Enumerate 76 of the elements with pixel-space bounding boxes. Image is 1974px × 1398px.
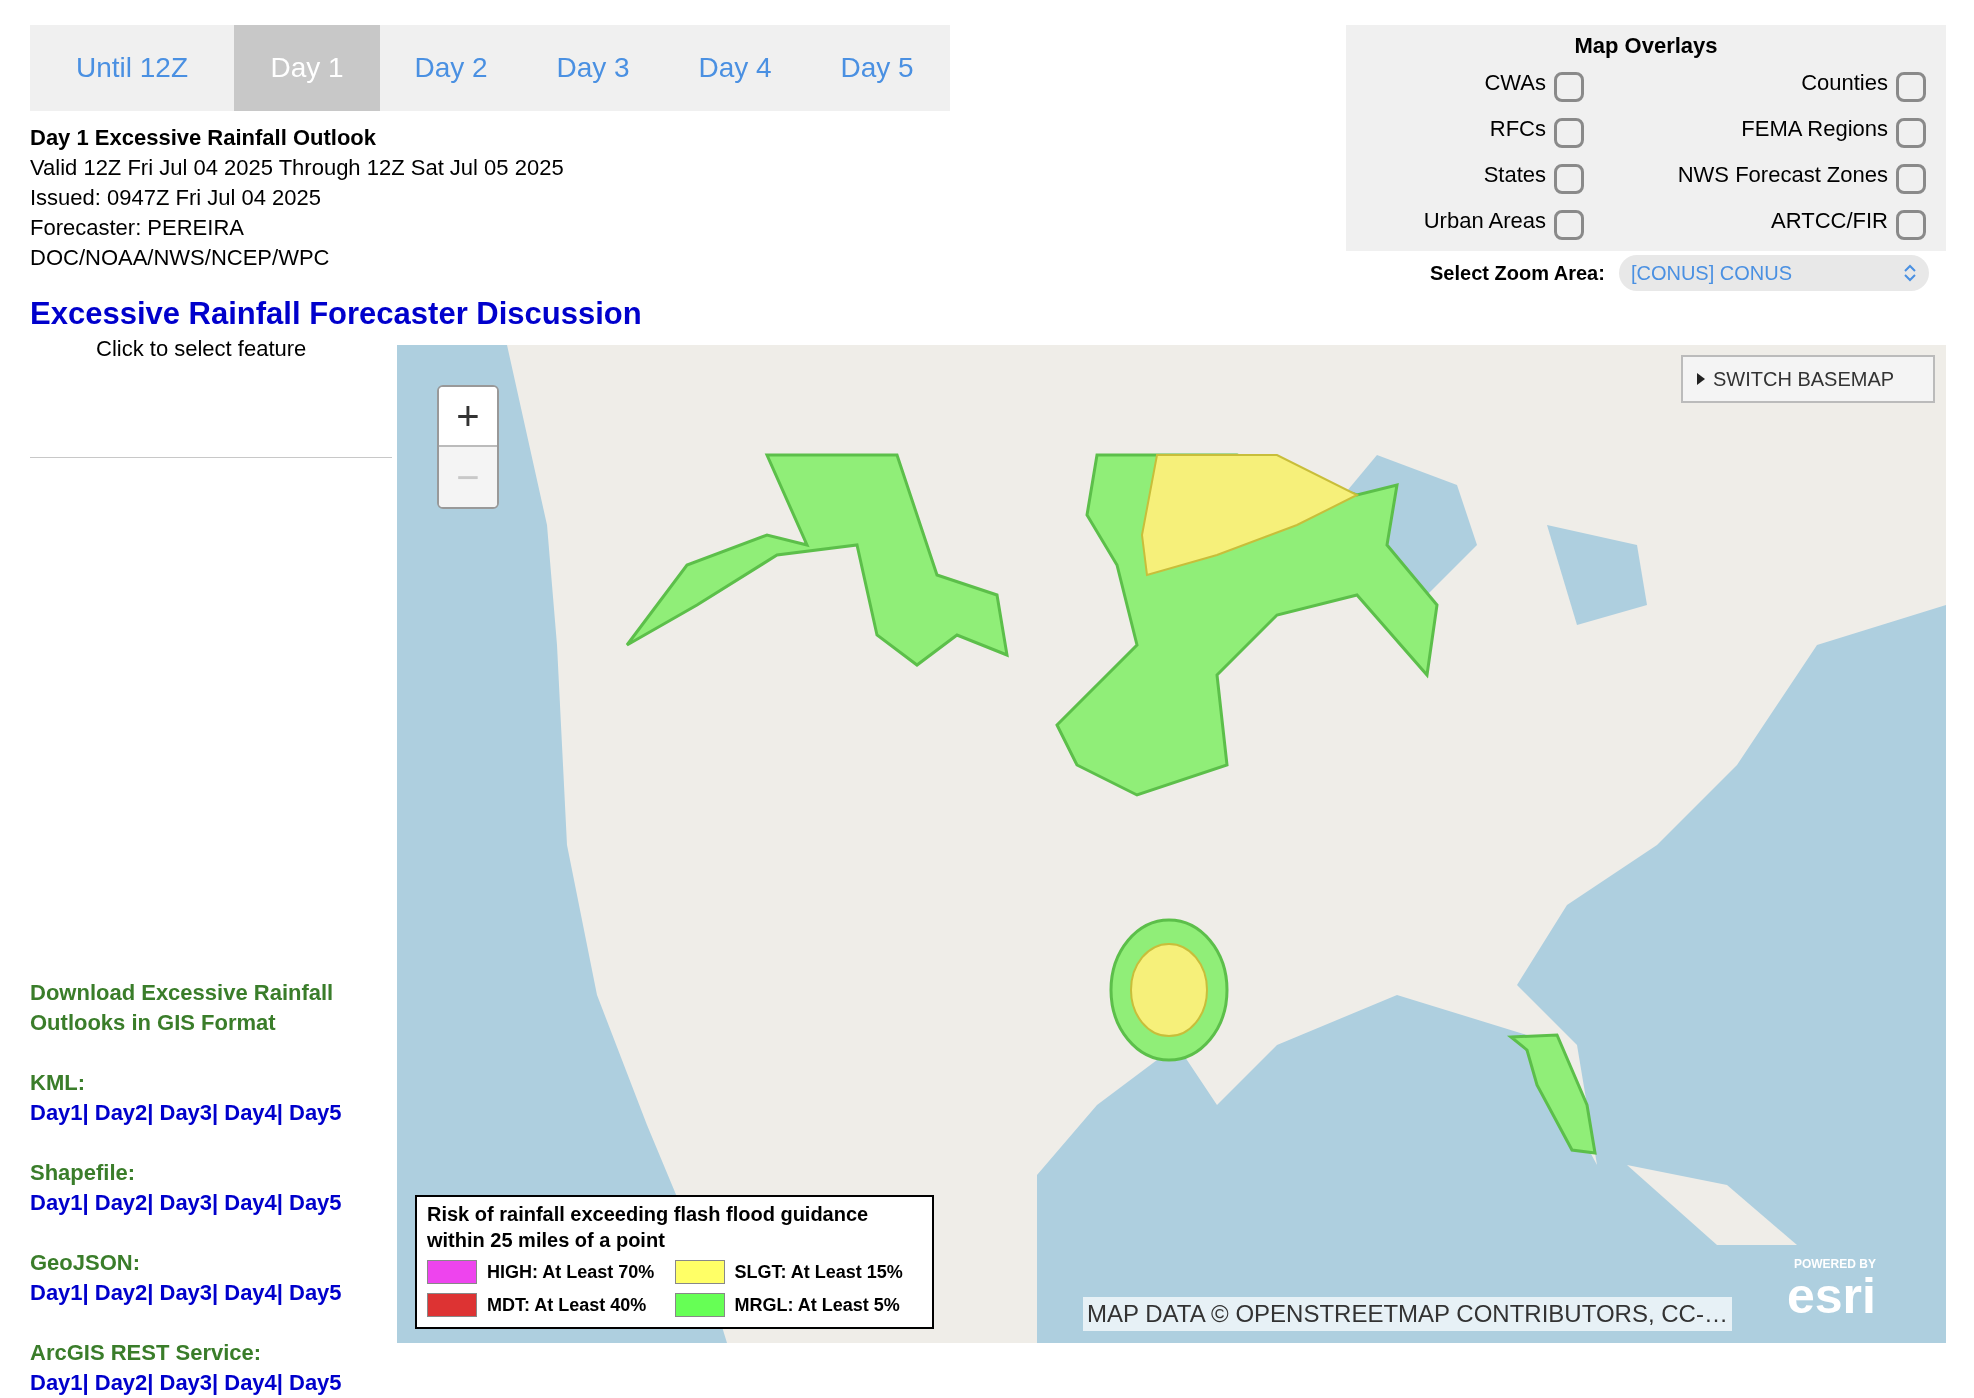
link-separator: |	[212, 1368, 219, 1397]
link-separator: |	[212, 1188, 219, 1217]
checkbox[interactable]	[1554, 72, 1584, 102]
link-separator: |	[82, 1098, 89, 1127]
download-link[interactable]: Day1	[30, 1367, 83, 1398]
link-separator: |	[212, 1098, 219, 1127]
map-attribution: MAP DATA © OPENSTREETMAP CONTRIBUTORS, CC-…	[1083, 1296, 1732, 1331]
overlay-label: ARTCC/FIR	[1771, 207, 1888, 235]
link-separator: |	[276, 1278, 283, 1307]
checkbox[interactable]	[1554, 210, 1584, 240]
download-link[interactable]: Day5	[289, 1097, 342, 1128]
field-label: Select Zoom Area:	[1430, 261, 1605, 286]
checkbox[interactable]	[1896, 164, 1926, 194]
download-link[interactable]: Day5	[289, 1367, 342, 1398]
download-link[interactable]: Day2	[94, 1187, 148, 1218]
overlay-label: Urban Areas	[1423, 207, 1546, 235]
download-link[interactable]: Day5	[289, 1187, 342, 1218]
link-separator: |	[82, 1278, 89, 1307]
download-link[interactable]: Day2	[94, 1097, 148, 1128]
legend-label: MDT: At Least 40%	[487, 1293, 647, 1317]
checkbox[interactable]	[1554, 118, 1584, 148]
link-separator: |	[212, 1278, 219, 1307]
download-link[interactable]: Day3	[159, 1367, 213, 1398]
download-link[interactable]: Day3	[159, 1277, 213, 1308]
panel-title: Map Overlays	[1573, 32, 1719, 60]
download-link[interactable]: Day2	[94, 1367, 148, 1398]
link-separator: |	[82, 1188, 89, 1217]
legend-title: Risk of rainfall exceeding flash flood guidance within 25 miles of a point	[427, 1201, 870, 1253]
download-link[interactable]: Day4	[224, 1097, 277, 1128]
legend-label: HIGH: At Least 70%	[487, 1260, 655, 1284]
section-label: Shapefile:	[30, 1158, 136, 1187]
outlook-detail: Valid 12Z Fri Jul 04 2025 Through 12Z Sat Jul 05 2025	[30, 154, 564, 182]
legend-label: MRGL: At Least 5%	[734, 1293, 900, 1317]
section-label: KML:	[30, 1068, 85, 1097]
legend-label: SLGT: At Least 15%	[734, 1260, 903, 1284]
switch-basemap-button[interactable]: SWITCH BASEMAP	[1681, 354, 1935, 403]
link-separator: |	[276, 1368, 283, 1397]
download-link[interactable]: Day1	[30, 1277, 83, 1308]
outlook-detail: Issued: 0947Z Fri Jul 04 2025	[30, 184, 322, 212]
link-separator: |	[276, 1098, 283, 1127]
section-label: GeoJSON:	[30, 1248, 141, 1277]
download-link[interactable]: Day5	[289, 1277, 342, 1308]
download-link[interactable]: Day1	[30, 1097, 83, 1128]
outlook-detail: DOC/NOAA/NWS/NCEP/WPC	[30, 244, 330, 272]
overlay-label: States	[1483, 161, 1546, 189]
chevron-icon	[1902, 264, 1917, 282]
outlook-title: Day 1 Excessive Rainfall Outlook	[30, 124, 377, 152]
link-separator: |	[147, 1188, 154, 1217]
play-icon	[1697, 372, 1705, 385]
link-separator: |	[147, 1098, 154, 1127]
checkbox[interactable]	[1896, 118, 1926, 148]
section-label: ArcGIS REST Service:	[30, 1338, 262, 1367]
esri-logo: esri	[1787, 1272, 1876, 1319]
download-link[interactable]: Day2	[94, 1277, 148, 1308]
link-separator: |	[147, 1368, 154, 1397]
overlay-label: CWAs	[1484, 69, 1546, 97]
checkbox[interactable]	[1554, 164, 1584, 194]
download-heading: Download Excessive Rainfall Outlooks in GIS Format	[30, 978, 335, 1037]
overlay-label: FEMA Regions	[1741, 115, 1888, 143]
link-separator: |	[147, 1278, 154, 1307]
zoom-button[interactable]: +	[439, 386, 497, 447]
checkbox[interactable]	[1896, 210, 1926, 240]
logo-tagline: POWERED BY	[1793, 1255, 1876, 1273]
download-link[interactable]: Day4	[224, 1277, 277, 1308]
download-link[interactable]: Day1	[30, 1187, 83, 1218]
overlay-label: RFCs	[1489, 115, 1546, 143]
download-link[interactable]: Day3	[159, 1187, 213, 1218]
overlay-label: Counties	[1801, 69, 1888, 97]
outlook-detail: Forecaster: PEREIRA	[30, 214, 244, 242]
link-separator: |	[276, 1188, 283, 1217]
download-link[interactable]: Day4	[224, 1367, 277, 1398]
overlay-label: NWS Forecast Zones	[1677, 161, 1888, 189]
download-link[interactable]: Day3	[159, 1097, 213, 1128]
checkbox[interactable]	[1896, 72, 1926, 102]
download-link[interactable]: Day4	[224, 1187, 277, 1218]
link-separator: |	[82, 1368, 89, 1397]
